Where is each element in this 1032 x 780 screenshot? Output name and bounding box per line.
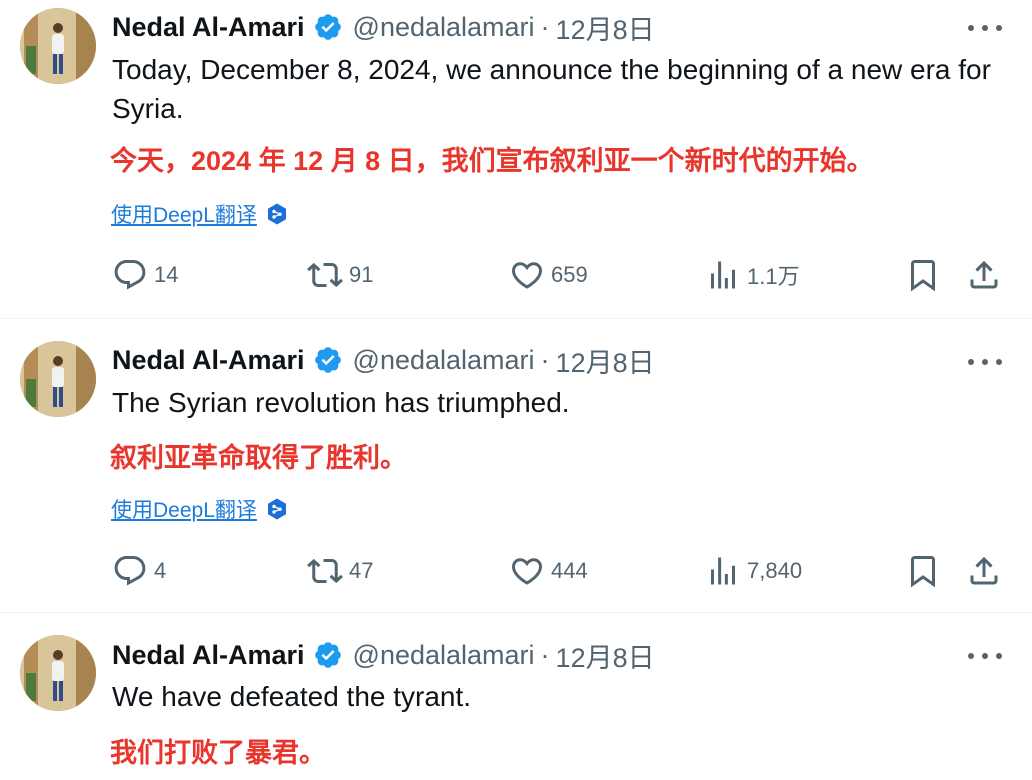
author-handle[interactable]: @nedalalamari — [353, 12, 535, 43]
like-button[interactable]: 444 — [509, 551, 588, 591]
more-icon[interactable] — [968, 646, 1002, 666]
tweet-header: Nedal Al-Amari @nedalalamari · 12月8日 — [112, 9, 655, 45]
views-icon — [711, 261, 735, 289]
tweet-translation: 叙利亚革命取得了胜利。 — [110, 443, 407, 473]
translate-link[interactable]: 使用DeepL翻译 — [111, 199, 257, 229]
reply-count: 4 — [154, 558, 167, 583]
reply-icon — [114, 556, 146, 586]
bookmark-icon — [911, 260, 935, 292]
separator-dot: · — [540, 344, 550, 375]
tweet-date[interactable]: 12月8日 — [556, 341, 655, 380]
avatar-photo — [20, 341, 96, 417]
like-count: 659 — [551, 262, 588, 287]
share-button[interactable] — [966, 255, 1002, 295]
tweet[interactable]: Nedal Al-Amari @nedalalamari · 12月8日 We … — [0, 613, 1032, 780]
avatar[interactable] — [20, 8, 96, 84]
views-count: 7,840 — [747, 558, 803, 583]
repost-button[interactable]: 47 — [307, 551, 373, 591]
author-name[interactable]: Nedal Al-Amari — [112, 640, 305, 671]
bookmark-button[interactable] — [905, 551, 941, 591]
bookmark-button[interactable] — [905, 255, 941, 295]
separator-dot: · — [540, 11, 550, 42]
verified-badge-icon — [314, 347, 341, 373]
author-handle[interactable]: @nedalalamari — [353, 345, 535, 376]
deepl-icon[interactable] — [265, 497, 289, 521]
views-button[interactable]: 7,840 — [705, 551, 802, 591]
translate-row: 使用DeepL翻译 — [111, 199, 289, 229]
bookmark-icon — [911, 556, 935, 588]
views-count: 1.1万 — [747, 264, 800, 289]
share-button[interactable] — [966, 551, 1002, 591]
repost-button[interactable]: 91 — [307, 255, 373, 295]
reply-button[interactable]: 4 — [112, 551, 166, 591]
reply-count: 14 — [154, 262, 179, 287]
author-name[interactable]: Nedal Al-Amari — [112, 12, 305, 43]
tweet-text: The Syrian revolution has triumphed. — [112, 387, 570, 418]
like-icon — [511, 558, 543, 585]
share-icon — [970, 556, 998, 585]
separator-dot: · — [540, 639, 550, 670]
like-icon — [511, 262, 543, 289]
tweet-feed: Nedal Al-Amari @nedalalamari · 12月8日 Tod… — [0, 0, 1032, 780]
avatar-photo — [20, 8, 96, 84]
avatar-photo — [20, 635, 96, 711]
translate-row: 使用DeepL翻译 — [111, 494, 289, 524]
translate-link[interactable]: 使用DeepL翻译 — [111, 494, 257, 524]
tweet-header: Nedal Al-Amari @nedalalamari · 12月8日 — [112, 342, 655, 378]
action-bar: 14 91 659 1.1万 — [0, 255, 1032, 295]
reply-icon — [114, 260, 146, 290]
reply-button[interactable]: 14 — [112, 255, 178, 295]
repost-count: 91 — [349, 262, 374, 287]
like-count: 444 — [551, 558, 588, 583]
author-name[interactable]: Nedal Al-Amari — [112, 345, 305, 376]
tweet-date[interactable]: 12月8日 — [556, 8, 655, 47]
repost-count: 47 — [349, 558, 374, 583]
verified-badge-icon — [314, 642, 341, 668]
tweet-text: We have defeated the tyrant. — [112, 681, 472, 712]
author-handle[interactable]: @nedalalamari — [353, 640, 535, 671]
more-icon[interactable] — [968, 352, 1002, 372]
action-bar: 4 47 444 7,840 — [0, 551, 1032, 591]
deepl-icon[interactable] — [265, 202, 289, 226]
tweet-translation: 我们打败了暴君。 — [110, 738, 326, 768]
tweet-header: Nedal Al-Amari @nedalalamari · 12月8日 — [112, 637, 655, 673]
repost-icon — [307, 262, 343, 288]
tweet[interactable]: Nedal Al-Amari @nedalalamari · 12月8日 Tod… — [0, 0, 1032, 318]
tweet-date[interactable]: 12月8日 — [556, 636, 655, 675]
avatar[interactable] — [20, 635, 96, 711]
views-icon — [711, 557, 735, 585]
tweet[interactable]: Nedal Al-Amari @nedalalamari · 12月8日 The… — [0, 319, 1032, 612]
repost-icon — [307, 558, 343, 584]
share-icon — [970, 260, 998, 289]
verified-badge-icon — [314, 14, 341, 40]
avatar[interactable] — [20, 341, 96, 417]
tweet-translation: 今天，2024 年 12 月 8 日，我们宣布叙利亚一个新时代的开始。 — [110, 146, 874, 176]
more-icon[interactable] — [968, 18, 1002, 38]
like-button[interactable]: 659 — [509, 255, 588, 295]
views-button[interactable]: 1.1万 — [705, 255, 800, 295]
tweet-text: Today, December 8, 2024, we announce the… — [112, 54, 991, 124]
